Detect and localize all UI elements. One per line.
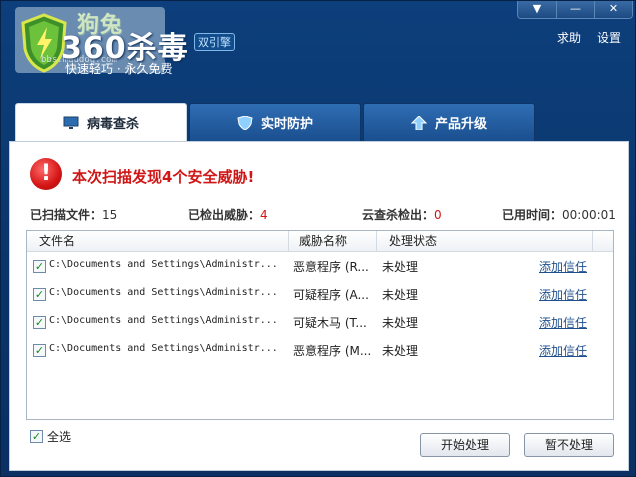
table-row[interactable]: ✓ C:\Documents and Settings\Administr...…: [27, 252, 613, 280]
scan-stats: 已扫描文件：15 已检出威胁：4 云查杀检出：0 已用时间：00:00:01: [30, 206, 616, 223]
window-controls: ▼ — ✕: [517, 1, 633, 19]
tab-label: 病毒查杀: [86, 117, 139, 132]
select-all-label: 全选: [47, 430, 72, 444]
file-path: C:\Documents and Settings\Administr...: [49, 287, 278, 298]
row-checkbox[interactable]: ✓: [33, 288, 46, 301]
column-header-file[interactable]: 文件名: [27, 231, 289, 251]
file-path: C:\Documents and Settings\Administr...: [49, 315, 278, 326]
header: 狗兔 bbs.maudog.com 360杀毒 双引擎 快速轻巧 · 永久免费 …: [1, 1, 636, 101]
process-status: 未处理: [382, 344, 419, 358]
process-status: 未处理: [382, 316, 419, 330]
tab-product-upgrade[interactable]: 产品升级: [363, 103, 535, 141]
warning-icon: !: [30, 158, 62, 190]
tab-realtime-protection[interactable]: 实时防护: [189, 103, 361, 141]
tab-label: 实时防护: [260, 117, 313, 132]
stat-label: 云查杀检出：: [362, 208, 435, 222]
stat-value: 0: [434, 208, 442, 222]
alert-message: 本次扫描发现4个安全威胁!: [72, 168, 255, 186]
tab-bar: 病毒查杀 实时防护 产品升级: [15, 103, 535, 141]
select-all[interactable]: ✓ 全选: [30, 428, 71, 445]
threat-name: 可疑程序 (A...: [293, 288, 369, 302]
threat-list-header: 文件名 威胁名称 处理状态: [27, 231, 613, 252]
top-links: 求助 设置: [557, 29, 621, 46]
shield-icon: [237, 115, 253, 130]
row-checkbox[interactable]: ✓: [33, 260, 46, 273]
stat-value: 00:00:01: [562, 208, 616, 222]
arrow-up-icon: [410, 115, 427, 130]
row-checkbox[interactable]: ✓: [33, 344, 46, 357]
table-row[interactable]: ✓ C:\Documents and Settings\Administr...…: [27, 280, 613, 308]
settings-link[interactable]: 设置: [597, 29, 621, 46]
stat-label: 已扫描文件：: [30, 208, 103, 222]
add-trust-link[interactable]: 添加信任: [539, 258, 587, 275]
app-window: 狗兔 bbs.maudog.com 360杀毒 双引擎 快速轻巧 · 永久免费 …: [0, 0, 636, 477]
column-header-spacer: [593, 231, 613, 251]
elapsed-time-stat: 已用时间：00:00:01: [502, 206, 616, 223]
minimize-button[interactable]: —: [556, 1, 594, 18]
menu-dropdown-button[interactable]: ▼: [518, 1, 556, 18]
close-button[interactable]: ✕: [594, 1, 632, 18]
stat-value: 15: [102, 208, 118, 222]
stat-label: 已用时间：: [502, 208, 563, 222]
select-all-checkbox[interactable]: ✓: [30, 430, 43, 443]
file-path: C:\Documents and Settings\Administr...: [49, 343, 278, 354]
threat-list[interactable]: 文件名 威胁名称 处理状态 ✓ C:\Documents and Setting…: [26, 230, 614, 420]
add-trust-link[interactable]: 添加信任: [539, 342, 587, 359]
scanned-files-stat: 已扫描文件：15: [30, 206, 117, 223]
table-row[interactable]: ✓ C:\Documents and Settings\Administr...…: [27, 336, 613, 364]
slogan: 快速轻巧 · 永久免费: [65, 62, 173, 76]
stat-value: 4: [260, 208, 268, 222]
threat-name: 恶意程序 (R...: [293, 260, 369, 274]
add-trust-link[interactable]: 添加信任: [539, 314, 587, 331]
tab-virus-scan[interactable]: 病毒查杀: [15, 103, 187, 141]
skip-processing-button[interactable]: 暂不处理: [524, 433, 614, 457]
threat-name: 可疑木马 (T...: [293, 316, 367, 330]
process-status: 未处理: [382, 260, 419, 274]
help-link[interactable]: 求助: [557, 29, 581, 46]
start-processing-button[interactable]: 开始处理: [420, 433, 510, 457]
monitor-icon: [63, 116, 79, 129]
tab-label: 产品升级: [434, 117, 487, 132]
column-header-threat[interactable]: 威胁名称: [289, 231, 377, 251]
scan-results-panel: ! 本次扫描发现4个安全威胁! 已扫描文件：15 已检出威胁：4 云查杀检出：0…: [9, 141, 629, 471]
detected-threats-stat: 已检出威胁：4: [188, 206, 268, 223]
engine-badge: 双引擎: [194, 33, 235, 51]
column-header-status[interactable]: 处理状态: [377, 231, 593, 251]
table-row[interactable]: ✓ C:\Documents and Settings\Administr...…: [27, 308, 613, 336]
stat-label: 已检出威胁：: [188, 208, 261, 222]
file-path: C:\Documents and Settings\Administr...: [49, 259, 278, 270]
cloud-detected-stat: 云查杀检出：0: [362, 206, 442, 223]
process-status: 未处理: [382, 288, 419, 302]
add-trust-link[interactable]: 添加信任: [539, 286, 587, 303]
threat-name: 恶意程序 (M...: [293, 344, 372, 358]
row-checkbox[interactable]: ✓: [33, 316, 46, 329]
